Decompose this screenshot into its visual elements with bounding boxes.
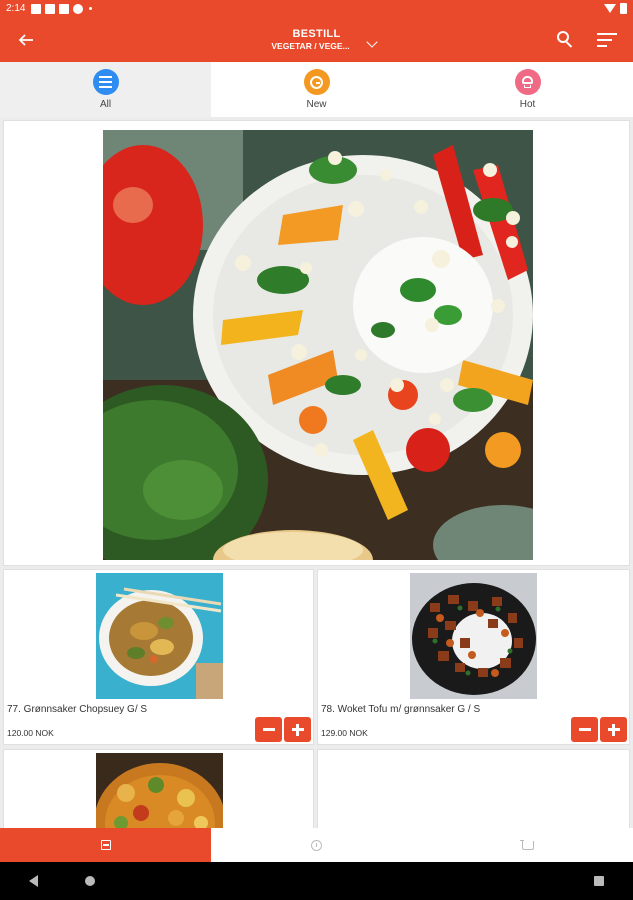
battery-icon — [620, 3, 627, 14]
list-icon — [92, 69, 119, 95]
quantity-stepper — [255, 717, 311, 742]
tab-hot[interactable]: Hot — [422, 62, 633, 117]
system-home-icon[interactable] — [85, 876, 95, 886]
bottom-nav-history[interactable] — [211, 828, 422, 862]
back-arrow-icon — [18, 33, 33, 46]
notification-icon — [31, 3, 42, 14]
menu-item-card[interactable]: 77. Grønnsaker Chopsuey G/ S 120.00 NOK — [3, 569, 314, 745]
menu-item-card[interactable] — [3, 749, 314, 828]
banner-image — [103, 130, 533, 560]
system-navigation-bar — [0, 862, 633, 900]
decrease-button[interactable] — [571, 717, 598, 742]
item-image — [96, 753, 223, 828]
menu-icon — [100, 840, 111, 850]
item-image — [96, 573, 223, 699]
sort-icon[interactable] — [597, 32, 617, 47]
wifi-icon — [604, 4, 616, 13]
item-name: 77. Grønnsaker Chopsuey G/ S — [7, 704, 148, 715]
filter-tabs: All New Hot — [0, 62, 633, 117]
category-subtitle: VEGETAR / VEGE... — [271, 41, 350, 51]
increase-button[interactable] — [284, 717, 311, 742]
back-button[interactable] — [0, 17, 52, 62]
tab-new[interactable]: New — [211, 62, 422, 117]
app-bar: BESTILL VEGETAR / VEGE... — [0, 17, 633, 62]
decrease-button[interactable] — [255, 717, 282, 742]
status-time: 2:14 — [6, 3, 26, 14]
app-screen: 2:14 BESTILL VEGETAR / VEGE... All New H… — [0, 0, 633, 900]
item-image — [410, 573, 537, 699]
bottom-nav-menu[interactable] — [0, 828, 211, 862]
tab-all[interactable]: All — [0, 62, 211, 117]
chef-hat-icon — [514, 69, 541, 95]
search-icon[interactable] — [557, 30, 575, 49]
system-recents-icon[interactable] — [594, 876, 604, 886]
notification-icon — [73, 3, 84, 14]
minus-icon — [262, 728, 275, 731]
tab-label: All — [99, 99, 112, 110]
quantity-stepper — [571, 717, 627, 742]
page-title: BESTILL — [292, 28, 341, 40]
system-back-icon[interactable] — [29, 875, 38, 887]
bottom-navigation — [0, 828, 633, 862]
status-bar: 2:14 — [0, 0, 633, 17]
cart-icon — [519, 839, 534, 850]
clock-icon — [303, 69, 330, 95]
notification-dot-icon — [89, 7, 93, 10]
item-price: 129.00 NOK — [321, 728, 368, 738]
menu-content: 77. Grønnsaker Chopsuey G/ S 120.00 NOK — [0, 117, 633, 828]
chevron-down-icon[interactable] — [365, 36, 378, 48]
increase-button[interactable] — [600, 717, 627, 742]
notification-icon — [59, 3, 70, 14]
item-name: 78. Woket Tofu m/ grønnsaker G / S — [321, 704, 481, 715]
menu-item-card[interactable]: 78. Woket Tofu m/ grønnsaker G / S 129.0… — [317, 569, 630, 745]
notification-icon — [45, 3, 56, 14]
category-selector[interactable]: BESTILL VEGETAR / VEGE... — [0, 17, 633, 62]
item-price: 120.00 NOK — [7, 728, 54, 738]
menu-item-card-empty — [317, 749, 630, 828]
category-banner — [3, 120, 630, 566]
tab-label: New — [306, 99, 327, 110]
bottom-nav-cart[interactable] — [422, 828, 633, 862]
minus-icon — [578, 728, 591, 731]
clock-icon — [311, 839, 322, 851]
tab-label: Hot — [519, 99, 536, 110]
